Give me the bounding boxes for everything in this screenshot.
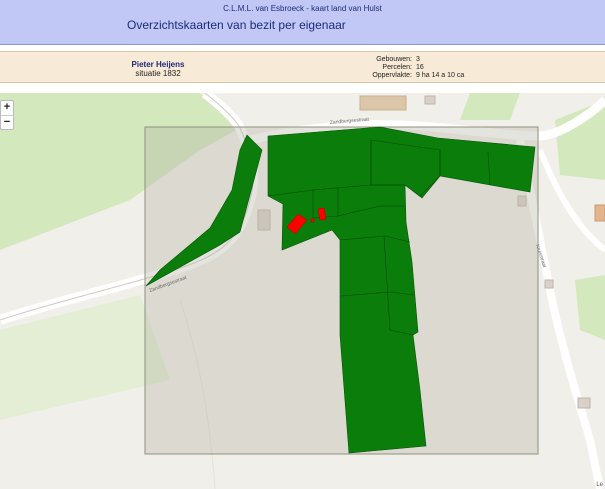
stat-parcels: Percelen: 16 [368, 64, 464, 72]
map-building [577, 397, 591, 409]
stat-label: Percelen: [382, 64, 412, 71]
map-meadow-area [460, 93, 520, 120]
zoom-out-button[interactable]: − [1, 115, 13, 129]
owner-stats: Gebouwen: 3 Percelen: 16 Oppervlakte: 9 ha … [368, 56, 464, 80]
map-building [359, 95, 407, 111]
app-subtitle: C.L.M.L. van Esbroeck - kaart land van H… [223, 4, 382, 13]
stat-label: Oppervlakte: [372, 72, 412, 79]
stat-area: Oppervlakte: 9 ha 14 a 10 ca [368, 72, 464, 80]
app-header: C.L.M.L. van Esbroeck - kaart land van H… [0, 0, 605, 45]
stat-value: 16 [416, 64, 424, 71]
zoom-control: + − [0, 100, 14, 130]
map-attribution[interactable]: Le [596, 482, 603, 488]
map-building [544, 279, 554, 289]
building-marker[interactable] [310, 218, 315, 223]
map-building [594, 204, 605, 222]
page-title: Overzichtskaarten van bezit per eigenaar [127, 18, 346, 32]
zoom-in-button[interactable]: + [1, 101, 13, 115]
map-view[interactable]: Zandbergsestraat Zandbergsestraat Kruiss… [0, 93, 605, 489]
map-canvas[interactable]: Zandbergsestraat Zandbergsestraat Kruiss… [0, 93, 605, 489]
stat-buildings: Gebouwen: 3 [368, 56, 464, 64]
owner-period: situatie 1832 [135, 69, 181, 78]
owner-name: Pieter Heijens [131, 60, 185, 69]
stat-value: 3 [416, 56, 420, 63]
map-building [424, 95, 436, 105]
owner-info-bar: Pieter Heijens situatie 1832 Gebouwen: 3 … [0, 51, 605, 83]
stat-label: Gebouwen: [376, 56, 412, 63]
stat-value: 9 ha 14 a 10 ca [416, 72, 465, 79]
parcel[interactable] [312, 187, 339, 219]
